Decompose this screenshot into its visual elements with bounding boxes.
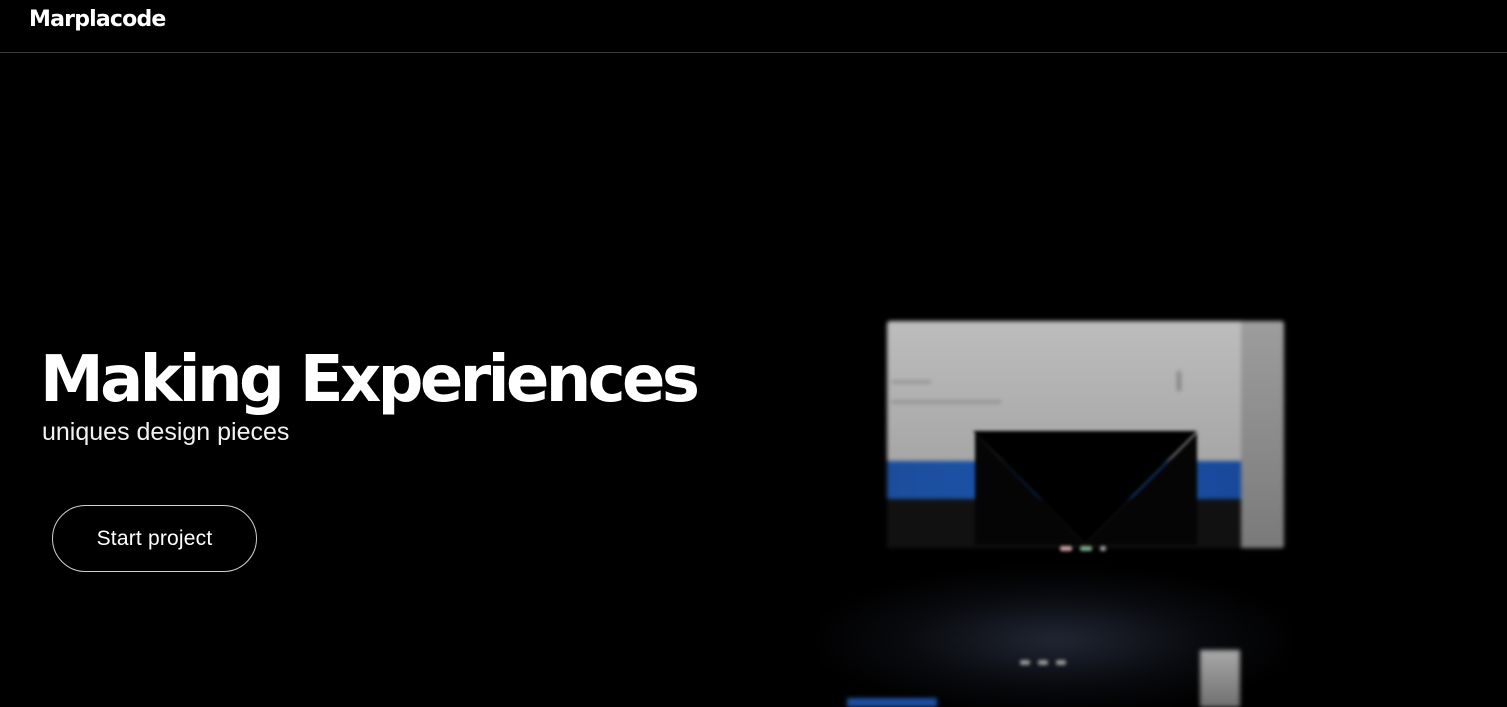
page: Marplacode Making Experiences uniques de…	[0, 0, 1507, 707]
reflection-bar	[1200, 650, 1240, 707]
m-logo-mockup-icon	[973, 431, 1197, 545]
hero-visual	[820, 300, 1300, 707]
hero-title: Making Experiences	[40, 343, 700, 417]
mockup-indicator-dots	[1060, 538, 1120, 551]
site-header: Marplacode	[0, 0, 1507, 53]
reflection-blue-band	[847, 698, 937, 707]
site-logo[interactable]: Marplacode	[29, 4, 166, 36]
reflection-dots	[1020, 652, 1080, 665]
mockup-side-panel	[1241, 321, 1284, 548]
start-project-button[interactable]: Start project	[52, 505, 257, 572]
hero-subtitle: uniques design pieces	[42, 418, 290, 446]
